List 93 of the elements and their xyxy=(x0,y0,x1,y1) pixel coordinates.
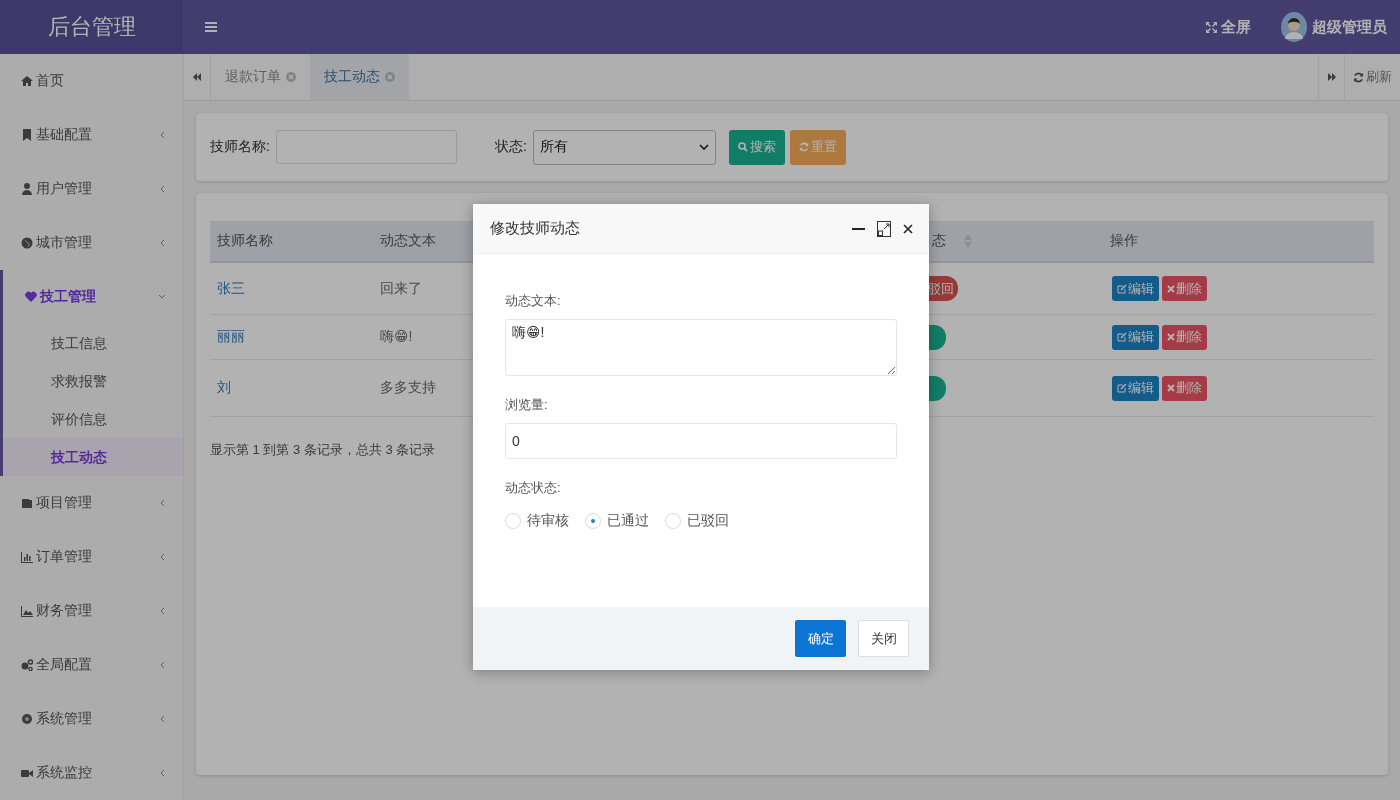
search-icon xyxy=(737,142,748,152)
close-button[interactable]: 关闭 xyxy=(858,620,909,657)
refresh-icon xyxy=(1353,71,1364,83)
column-header: 技师名称 xyxy=(217,232,273,250)
chevron-left-icon xyxy=(158,769,166,777)
menu-item-icon xyxy=(21,237,33,249)
menu-item-icon xyxy=(21,551,33,563)
edit-button[interactable]: 编辑 xyxy=(1112,375,1159,401)
table-cell: 回来了 xyxy=(380,279,422,298)
close-icon[interactable] xyxy=(903,223,913,234)
submenu-item[interactable]: 求救报警 xyxy=(3,362,183,400)
brand-title: 后台管理 xyxy=(0,0,183,54)
sidebar-item[interactable]: 项目管理 xyxy=(0,476,183,530)
search-button[interactable]: 搜索 xyxy=(728,129,785,165)
menu-item-icon xyxy=(21,497,33,509)
sidebar-item[interactable]: 系统管理 xyxy=(0,692,183,746)
menu-icon[interactable] xyxy=(205,21,217,33)
menu-item-icon xyxy=(21,129,33,141)
radio-label: 待审核 xyxy=(527,512,569,530)
dialog-title: 修改技师动态 xyxy=(490,219,581,238)
table-cell: 多多支持 xyxy=(380,379,436,397)
submenu-item[interactable]: 技工动态 xyxy=(3,438,183,476)
edit-button[interactable]: 编辑 xyxy=(1112,276,1159,301)
fullscreen-link[interactable]: 全屏 xyxy=(1221,17,1251,37)
column-header: 动态文本 xyxy=(380,232,436,250)
chevron-left-icon xyxy=(158,715,166,723)
delete-button[interactable]: 删除 xyxy=(1162,276,1207,301)
sidebar-item[interactable]: 用户管理 xyxy=(0,162,183,216)
double-arrow-left-icon xyxy=(192,72,202,82)
field-label: 浏览量: xyxy=(505,396,549,414)
name-input-field[interactable] xyxy=(275,130,457,164)
radio-label: 已驳回 xyxy=(687,512,729,530)
sidebar-item[interactable]: 基础配置 xyxy=(0,108,183,162)
delete-button[interactable]: 删除 xyxy=(1162,375,1207,401)
menu-item-icon xyxy=(21,713,33,725)
chevron-left-icon xyxy=(158,239,166,247)
field-label: 技师名称: xyxy=(210,138,270,156)
field-label: 状态: xyxy=(494,138,527,156)
menu-item-icon xyxy=(21,183,33,195)
sidebar-item[interactable]: 订单管理 xyxy=(0,530,183,584)
menu-item-icon xyxy=(21,767,33,779)
page-tab[interactable]: 技工动态 xyxy=(310,54,409,100)
refresh-icon xyxy=(798,142,809,152)
chevron-left-icon xyxy=(158,553,166,561)
name-link[interactable]: 刘 xyxy=(217,379,231,397)
chevron-left-icon xyxy=(158,661,166,669)
minimize-icon[interactable] xyxy=(852,227,865,230)
dropdown-caret-icon xyxy=(698,144,709,150)
sidebar-item[interactable]: 系统监控 xyxy=(0,746,183,800)
status-select[interactable]: 所有 xyxy=(532,129,716,165)
chevron-left-icon xyxy=(158,131,166,139)
edit-icon xyxy=(1117,332,1127,342)
cross-icon xyxy=(1167,384,1175,392)
edit-icon xyxy=(1117,383,1127,393)
avatar-icon[interactable] xyxy=(1281,12,1307,42)
scroll-right-button[interactable] xyxy=(1318,54,1345,100)
text-area-field[interactable]: 嗨😁! xyxy=(505,319,897,376)
edit-icon xyxy=(1117,283,1127,294)
submenu-item[interactable]: 技工信息 xyxy=(3,324,183,362)
maximize-icon[interactable] xyxy=(877,220,891,237)
sidebar-item[interactable]: 城市管理 xyxy=(0,216,183,270)
column-header: 操作 xyxy=(1110,232,1138,250)
fullscreen-icon[interactable] xyxy=(1205,20,1218,34)
menu-item-icon xyxy=(21,75,33,87)
chevron-left-icon xyxy=(158,607,166,615)
chevron-left-icon xyxy=(158,499,166,507)
sidebar-item[interactable]: 全局配置 xyxy=(0,638,183,692)
menu-item-icon xyxy=(21,605,33,617)
cross-icon xyxy=(1167,284,1175,293)
edit-button[interactable]: 编辑 xyxy=(1112,324,1159,350)
field-label: 动态状态: xyxy=(505,479,562,497)
double-arrow-right-icon xyxy=(1326,72,1337,82)
delete-button[interactable]: 删除 xyxy=(1162,324,1207,350)
radio-label: 已通过 xyxy=(607,512,649,530)
cross-icon xyxy=(1167,333,1175,341)
menu-item-icon xyxy=(21,659,33,671)
chevron-left-icon xyxy=(158,185,166,193)
refresh-button[interactable]: 刷新 xyxy=(1345,54,1400,100)
chevron-down-icon xyxy=(158,293,166,301)
sidebar-item[interactable]: 首页 xyxy=(0,54,183,108)
user-name[interactable]: 超级管理员 xyxy=(1312,17,1387,37)
page-tab[interactable]: 退款订单 xyxy=(211,54,310,100)
column-header: 态 xyxy=(932,232,946,250)
sidebar-item[interactable]: 财务管理 xyxy=(0,584,183,638)
field-label: 动态文本: xyxy=(505,292,562,310)
submenu-item[interactable]: 评价信息 xyxy=(3,400,183,438)
views-input-field[interactable]: 0 xyxy=(505,423,897,459)
table-cell: 嗨😁! xyxy=(380,328,413,346)
name-link[interactable]: 张三 xyxy=(217,279,245,298)
menu-item-icon xyxy=(25,291,37,303)
confirm-button[interactable]: 确定 xyxy=(795,620,846,657)
sidebar-item[interactable]: 技工管理 xyxy=(3,270,183,324)
name-link[interactable]: 丽丽 xyxy=(217,328,245,346)
